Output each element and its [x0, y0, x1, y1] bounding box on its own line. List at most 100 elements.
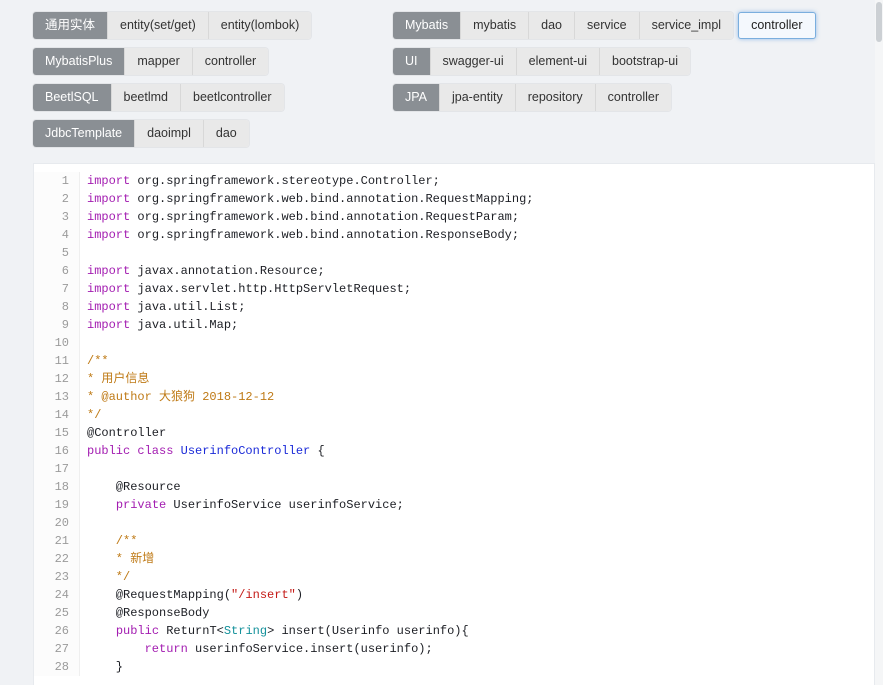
group-label-button[interactable]: 通用实体: [33, 12, 107, 39]
option-button[interactable]: jpa-entity: [439, 84, 515, 111]
line-number: 20: [34, 514, 80, 532]
option-button[interactable]: mapper: [124, 48, 191, 75]
option-button[interactable]: dao: [203, 120, 249, 147]
code-text: import org.springframework.web.bind.anno…: [80, 226, 519, 244]
code-line: 20: [34, 514, 874, 532]
option-button[interactable]: dao: [528, 12, 574, 39]
button-group: BeetlSQLbeetlmdbeetlcontroller: [33, 84, 284, 111]
option-button[interactable]: beetlcontroller: [180, 84, 284, 111]
line-number: 5: [34, 244, 80, 262]
code-line: 10: [34, 334, 874, 352]
code-text: [80, 334, 94, 352]
code-text: import org.springframework.web.bind.anno…: [80, 208, 519, 226]
code-line: 23 */: [34, 568, 874, 586]
code-text: @ResponseBody: [80, 604, 209, 622]
code-editor[interactable]: 1import org.springframework.stereotype.C…: [33, 163, 875, 685]
line-number: 25: [34, 604, 80, 622]
code-text: [80, 514, 94, 532]
line-number: 22: [34, 550, 80, 568]
toolbar-row: BeetlSQLbeetlmdbeetlcontroller: [33, 84, 393, 111]
line-number: 11: [34, 352, 80, 370]
toolbar-row: Mybatismybatisdaoserviceservice_implcont…: [393, 12, 867, 39]
code-line: 17: [34, 460, 874, 478]
line-number: 6: [34, 262, 80, 280]
option-button[interactable]: entity(set/get): [107, 12, 208, 39]
code-text: import org.springframework.stereotype.Co…: [80, 172, 440, 190]
code-text: @RequestMapping("/insert"): [80, 586, 303, 604]
code-line: 18 @Resource: [34, 478, 874, 496]
code-text: private UserinfoService userinfoService;: [80, 496, 404, 514]
option-button[interactable]: bootstrap-ui: [599, 48, 690, 75]
option-button[interactable]: service: [574, 12, 639, 39]
line-number: 8: [34, 298, 80, 316]
code-text: import java.util.Map;: [80, 316, 238, 334]
toolbar: 通用实体entity(set/get)entity(lombok) Mybatis…: [0, 0, 883, 147]
line-number: 2: [34, 190, 80, 208]
option-button-active[interactable]: controller: [738, 12, 815, 39]
option-button[interactable]: mybatis: [460, 12, 528, 39]
button-group: MybatisPlusmappercontroller: [33, 48, 268, 75]
button-group: JdbcTemplatedaoimpldao: [33, 120, 249, 147]
code-line: 4import org.springframework.web.bind.ann…: [34, 226, 874, 244]
toolbar-row: UIswagger-uielement-uibootstrap-ui: [393, 48, 867, 75]
option-button[interactable]: controller: [595, 84, 671, 111]
option-button[interactable]: repository: [515, 84, 595, 111]
code-text: import javax.annotation.Resource;: [80, 262, 325, 280]
group-label-button[interactable]: BeetlSQL: [33, 84, 111, 111]
code-text: * 新增: [80, 550, 154, 568]
code-line: 14*/: [34, 406, 874, 424]
line-number: 14: [34, 406, 80, 424]
code-line: 27 return userinfoService.insert(userinf…: [34, 640, 874, 658]
group-label-button[interactable]: JdbcTemplate: [33, 120, 134, 147]
line-number: 10: [34, 334, 80, 352]
code-text: public ReturnT<String> insert(Userinfo u…: [80, 622, 469, 640]
group-label-button[interactable]: JPA: [393, 84, 439, 111]
option-button[interactable]: beetlmd: [111, 84, 180, 111]
code-line: 5: [34, 244, 874, 262]
code-line: 21 /**: [34, 532, 874, 550]
line-number: 19: [34, 496, 80, 514]
line-number: 12: [34, 370, 80, 388]
scrollbar-thumb[interactable]: [876, 2, 882, 42]
option-button[interactable]: service_impl: [639, 12, 733, 39]
group-label-button[interactable]: MybatisPlus: [33, 48, 124, 75]
line-number: 24: [34, 586, 80, 604]
code-text: */: [80, 568, 130, 586]
code-text: }: [80, 658, 123, 676]
scrollbar-track[interactable]: [875, 0, 883, 685]
code-line: 16public class UserinfoController {: [34, 442, 874, 460]
code-text: @Controller: [80, 424, 166, 442]
toolbar-column: 通用实体entity(set/get)entity(lombok) Mybatis…: [33, 12, 393, 147]
code-line: 24 @RequestMapping("/insert"): [34, 586, 874, 604]
code-line: 9import java.util.Map;: [34, 316, 874, 334]
toolbar-row: JdbcTemplatedaoimpldao: [33, 120, 393, 147]
code-line: 22 * 新增: [34, 550, 874, 568]
toolbar-row: JPAjpa-entityrepositorycontroller: [393, 84, 867, 111]
code-text: [80, 244, 94, 262]
button-group: 通用实体entity(set/get)entity(lombok): [33, 12, 311, 39]
code-text: [80, 460, 94, 478]
code-text: public class UserinfoController {: [80, 442, 325, 460]
code-line: 28 }: [34, 658, 874, 676]
line-number: 26: [34, 622, 80, 640]
code-line: 19 private UserinfoService userinfoServi…: [34, 496, 874, 514]
option-button[interactable]: swagger-ui: [430, 48, 516, 75]
button-group: UIswagger-uielement-uibootstrap-ui: [393, 48, 690, 75]
option-button[interactable]: daoimpl: [134, 120, 203, 147]
line-number: 13: [34, 388, 80, 406]
code-line: 8import java.util.List;: [34, 298, 874, 316]
toolbar-column: Mybatismybatisdaoserviceservice_implcont…: [393, 12, 867, 147]
option-button[interactable]: entity(lombok): [208, 12, 312, 39]
code-text: /**: [80, 352, 109, 370]
option-button[interactable]: controller: [192, 48, 268, 75]
toolbar-row: 通用实体entity(set/get)entity(lombok): [33, 12, 393, 39]
code-text: /**: [80, 532, 137, 550]
line-number: 21: [34, 532, 80, 550]
code-line: 2import org.springframework.web.bind.ann…: [34, 190, 874, 208]
option-button[interactable]: element-ui: [516, 48, 599, 75]
code-line: 11/**: [34, 352, 874, 370]
code-line: 13* @author 大狼狗 2018-12-12: [34, 388, 874, 406]
group-label-button[interactable]: Mybatis: [393, 12, 460, 39]
group-label-button[interactable]: UI: [393, 48, 430, 75]
code-line: 7import javax.servlet.http.HttpServletRe…: [34, 280, 874, 298]
